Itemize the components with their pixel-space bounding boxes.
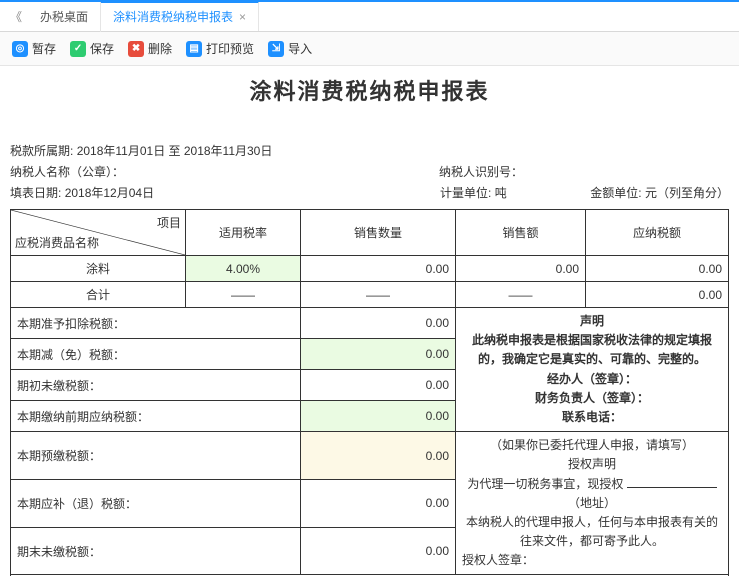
header-tax: 应纳税额 (586, 210, 729, 256)
pause-button[interactable]: ◎ 暂存 (12, 40, 56, 57)
delete-icon: ✖ (128, 41, 144, 57)
meta-fill-date: 填表日期: 2018年12月04日 计量单位: 吨 金额单位: 元（列至角分） (10, 184, 729, 201)
tab-bar: 《 办税桌面 涂料消费税纳税申报表 × (0, 2, 739, 32)
save-icon: ✓ (70, 41, 86, 57)
tab-coating-tax-form[interactable]: 涂料消费税纳税申报表 × (101, 1, 259, 31)
tab-label: 办税桌面 (40, 8, 88, 25)
header-rate: 适用税率 (186, 210, 301, 256)
tax-table: 应税消费品名称 项目 适用税率 销售数量 销售额 应纳税额 涂料 4.00% 0… (10, 209, 729, 575)
header-sales: 销售额 (456, 210, 586, 256)
meta-period: 税款所属期: 2018年11月01日 至 2018年11月30日 (10, 142, 729, 159)
import-button[interactable]: ⇲ 导入 (268, 40, 312, 57)
toolbar: ◎ 暂存 ✓ 保存 ✖ 删除 ▤ 打印预览 ⇲ 导入 (0, 32, 739, 66)
agent-blank (627, 487, 717, 488)
pause-icon: ◎ (12, 41, 28, 57)
form-content: 涂料消费税纳税申报表 税款所属期: 2018年11月01日 至 2018年11月… (0, 68, 739, 576)
row-coating: 涂料 4.00% 0.00 0.00 0.00 (11, 256, 729, 282)
tabs-scroll-left-icon[interactable]: 《 (4, 8, 28, 25)
print-preview-button[interactable]: ▤ 打印预览 (186, 40, 254, 57)
row-deduct: 本期准予扣除税额： 0.00 声明 此纳税申报表是根据国家税收法律的规定填报的，… (11, 308, 729, 339)
save-button[interactable]: ✓ 保存 (70, 40, 114, 57)
agent-box: （如果你已委托代理人申报，请填写） 授权声明 为代理一切税务事宜，现授权 （地址… (456, 432, 729, 575)
delete-button[interactable]: ✖ 删除 (128, 40, 172, 57)
row-total: 合计 —— —— —— 0.00 (11, 282, 729, 308)
row-prepaid: 本期预缴税额： 0.00 （如果你已委托代理人申报，请填写） 授权声明 为代理一… (11, 432, 729, 480)
tab-label: 涂料消费税纳税申报表 (113, 8, 233, 25)
tab-desktop[interactable]: 办税桌面 (28, 2, 101, 32)
import-icon: ⇲ (268, 41, 284, 57)
page-title: 涂料消费税纳税申报表 (10, 74, 729, 106)
header-diagonal: 应税消费品名称 项目 (11, 210, 186, 256)
close-icon[interactable]: × (239, 10, 246, 24)
meta-taxpayer: 纳税人名称（公章）： 纳税人识别号： (10, 163, 729, 180)
print-icon: ▤ (186, 41, 202, 57)
declaration-box: 声明 此纳税申报表是根据国家税收法律的规定填报的，我确定它是真实的、可靠的、完整… (456, 308, 729, 432)
header-qty: 销售数量 (301, 210, 456, 256)
